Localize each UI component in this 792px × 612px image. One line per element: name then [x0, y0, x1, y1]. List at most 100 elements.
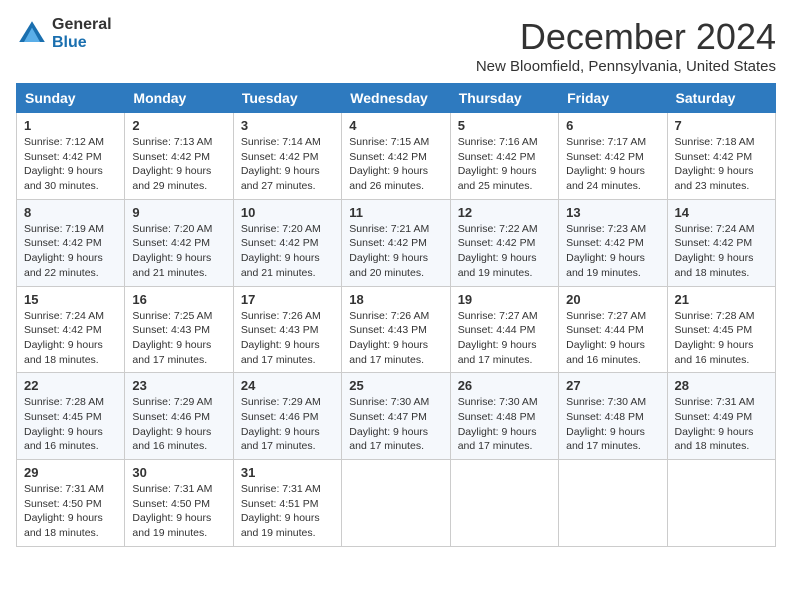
- day-cell-8: 8 Sunrise: 7:19 AM Sunset: 4:42 PM Dayli…: [17, 199, 125, 286]
- day-number: 25: [349, 378, 442, 393]
- day-number: 5: [458, 118, 551, 133]
- day-cell-7: 7 Sunrise: 7:18 AM Sunset: 4:42 PM Dayli…: [667, 113, 775, 200]
- weekday-header-thursday: Thursday: [450, 84, 558, 113]
- title-area: December 2024 New Bloomfield, Pennsylvan…: [476, 16, 776, 75]
- calendar: SundayMondayTuesdayWednesdayThursdayFrid…: [16, 83, 776, 547]
- day-info: Sunrise: 7:31 AM Sunset: 4:50 PM Dayligh…: [24, 482, 117, 541]
- day-info: Sunrise: 7:30 AM Sunset: 4:48 PM Dayligh…: [566, 395, 659, 454]
- day-cell-2: 2 Sunrise: 7:13 AM Sunset: 4:42 PM Dayli…: [125, 113, 233, 200]
- day-info: Sunrise: 7:22 AM Sunset: 4:42 PM Dayligh…: [458, 222, 551, 281]
- day-info: Sunrise: 7:27 AM Sunset: 4:44 PM Dayligh…: [566, 309, 659, 368]
- day-cell-25: 25 Sunrise: 7:30 AM Sunset: 4:47 PM Dayl…: [342, 373, 450, 460]
- day-number: 31: [241, 465, 334, 480]
- day-cell-18: 18 Sunrise: 7:26 AM Sunset: 4:43 PM Dayl…: [342, 286, 450, 373]
- day-cell-3: 3 Sunrise: 7:14 AM Sunset: 4:42 PM Dayli…: [233, 113, 341, 200]
- day-info: Sunrise: 7:13 AM Sunset: 4:42 PM Dayligh…: [132, 135, 225, 194]
- weekday-header-monday: Monday: [125, 84, 233, 113]
- day-number: 3: [241, 118, 334, 133]
- day-info: Sunrise: 7:15 AM Sunset: 4:42 PM Dayligh…: [349, 135, 442, 194]
- day-info: Sunrise: 7:23 AM Sunset: 4:42 PM Dayligh…: [566, 222, 659, 281]
- day-cell-31: 31 Sunrise: 7:31 AM Sunset: 4:51 PM Dayl…: [233, 460, 341, 547]
- logo-icon: [16, 18, 48, 50]
- day-cell-19: 19 Sunrise: 7:27 AM Sunset: 4:44 PM Dayl…: [450, 286, 558, 373]
- day-info: Sunrise: 7:24 AM Sunset: 4:42 PM Dayligh…: [24, 309, 117, 368]
- day-number: 26: [458, 378, 551, 393]
- day-cell-12: 12 Sunrise: 7:22 AM Sunset: 4:42 PM Dayl…: [450, 199, 558, 286]
- logo-blue: Blue: [52, 34, 112, 52]
- day-number: 22: [24, 378, 117, 393]
- empty-cell: [450, 460, 558, 547]
- day-number: 30: [132, 465, 225, 480]
- day-cell-9: 9 Sunrise: 7:20 AM Sunset: 4:42 PM Dayli…: [125, 199, 233, 286]
- day-number: 8: [24, 205, 117, 220]
- day-cell-17: 17 Sunrise: 7:26 AM Sunset: 4:43 PM Dayl…: [233, 286, 341, 373]
- day-cell-27: 27 Sunrise: 7:30 AM Sunset: 4:48 PM Dayl…: [559, 373, 667, 460]
- logo: General Blue: [16, 16, 112, 51]
- day-cell-11: 11 Sunrise: 7:21 AM Sunset: 4:42 PM Dayl…: [342, 199, 450, 286]
- day-info: Sunrise: 7:31 AM Sunset: 4:51 PM Dayligh…: [241, 482, 334, 541]
- day-info: Sunrise: 7:28 AM Sunset: 4:45 PM Dayligh…: [24, 395, 117, 454]
- day-info: Sunrise: 7:20 AM Sunset: 4:42 PM Dayligh…: [132, 222, 225, 281]
- day-number: 24: [241, 378, 334, 393]
- day-info: Sunrise: 7:17 AM Sunset: 4:42 PM Dayligh…: [566, 135, 659, 194]
- day-number: 1: [24, 118, 117, 133]
- day-info: Sunrise: 7:26 AM Sunset: 4:43 PM Dayligh…: [349, 309, 442, 368]
- day-cell-14: 14 Sunrise: 7:24 AM Sunset: 4:42 PM Dayl…: [667, 199, 775, 286]
- day-cell-6: 6 Sunrise: 7:17 AM Sunset: 4:42 PM Dayli…: [559, 113, 667, 200]
- day-number: 12: [458, 205, 551, 220]
- day-number: 20: [566, 292, 659, 307]
- day-cell-16: 16 Sunrise: 7:25 AM Sunset: 4:43 PM Dayl…: [125, 286, 233, 373]
- day-info: Sunrise: 7:20 AM Sunset: 4:42 PM Dayligh…: [241, 222, 334, 281]
- day-info: Sunrise: 7:16 AM Sunset: 4:42 PM Dayligh…: [458, 135, 551, 194]
- weekday-header-friday: Friday: [559, 84, 667, 113]
- day-info: Sunrise: 7:28 AM Sunset: 4:45 PM Dayligh…: [675, 309, 768, 368]
- month-title: December 2024: [476, 16, 776, 58]
- weekday-header-tuesday: Tuesday: [233, 84, 341, 113]
- weekday-header-saturday: Saturday: [667, 84, 775, 113]
- day-info: Sunrise: 7:21 AM Sunset: 4:42 PM Dayligh…: [349, 222, 442, 281]
- day-info: Sunrise: 7:18 AM Sunset: 4:42 PM Dayligh…: [675, 135, 768, 194]
- day-cell-1: 1 Sunrise: 7:12 AM Sunset: 4:42 PM Dayli…: [17, 113, 125, 200]
- empty-cell: [667, 460, 775, 547]
- day-info: Sunrise: 7:24 AM Sunset: 4:42 PM Dayligh…: [675, 222, 768, 281]
- day-number: 13: [566, 205, 659, 220]
- day-number: 29: [24, 465, 117, 480]
- day-cell-21: 21 Sunrise: 7:28 AM Sunset: 4:45 PM Dayl…: [667, 286, 775, 373]
- day-number: 10: [241, 205, 334, 220]
- day-info: Sunrise: 7:30 AM Sunset: 4:47 PM Dayligh…: [349, 395, 442, 454]
- day-info: Sunrise: 7:31 AM Sunset: 4:49 PM Dayligh…: [675, 395, 768, 454]
- day-number: 9: [132, 205, 225, 220]
- day-number: 6: [566, 118, 659, 133]
- day-cell-24: 24 Sunrise: 7:29 AM Sunset: 4:46 PM Dayl…: [233, 373, 341, 460]
- day-number: 18: [349, 292, 442, 307]
- day-cell-28: 28 Sunrise: 7:31 AM Sunset: 4:49 PM Dayl…: [667, 373, 775, 460]
- day-cell-4: 4 Sunrise: 7:15 AM Sunset: 4:42 PM Dayli…: [342, 113, 450, 200]
- day-number: 11: [349, 205, 442, 220]
- day-cell-5: 5 Sunrise: 7:16 AM Sunset: 4:42 PM Dayli…: [450, 113, 558, 200]
- day-cell-10: 10 Sunrise: 7:20 AM Sunset: 4:42 PM Dayl…: [233, 199, 341, 286]
- day-info: Sunrise: 7:27 AM Sunset: 4:44 PM Dayligh…: [458, 309, 551, 368]
- day-number: 23: [132, 378, 225, 393]
- day-number: 17: [241, 292, 334, 307]
- weekday-header-sunday: Sunday: [17, 84, 125, 113]
- day-cell-13: 13 Sunrise: 7:23 AM Sunset: 4:42 PM Dayl…: [559, 199, 667, 286]
- day-info: Sunrise: 7:19 AM Sunset: 4:42 PM Dayligh…: [24, 222, 117, 281]
- day-cell-22: 22 Sunrise: 7:28 AM Sunset: 4:45 PM Dayl…: [17, 373, 125, 460]
- empty-cell: [559, 460, 667, 547]
- day-number: 2: [132, 118, 225, 133]
- day-number: 7: [675, 118, 768, 133]
- day-number: 4: [349, 118, 442, 133]
- day-number: 19: [458, 292, 551, 307]
- day-cell-15: 15 Sunrise: 7:24 AM Sunset: 4:42 PM Dayl…: [17, 286, 125, 373]
- day-number: 14: [675, 205, 768, 220]
- day-number: 27: [566, 378, 659, 393]
- day-info: Sunrise: 7:30 AM Sunset: 4:48 PM Dayligh…: [458, 395, 551, 454]
- day-info: Sunrise: 7:26 AM Sunset: 4:43 PM Dayligh…: [241, 309, 334, 368]
- day-cell-20: 20 Sunrise: 7:27 AM Sunset: 4:44 PM Dayl…: [559, 286, 667, 373]
- day-number: 16: [132, 292, 225, 307]
- day-info: Sunrise: 7:12 AM Sunset: 4:42 PM Dayligh…: [24, 135, 117, 194]
- day-number: 15: [24, 292, 117, 307]
- day-cell-23: 23 Sunrise: 7:29 AM Sunset: 4:46 PM Dayl…: [125, 373, 233, 460]
- day-info: Sunrise: 7:29 AM Sunset: 4:46 PM Dayligh…: [241, 395, 334, 454]
- empty-cell: [342, 460, 450, 547]
